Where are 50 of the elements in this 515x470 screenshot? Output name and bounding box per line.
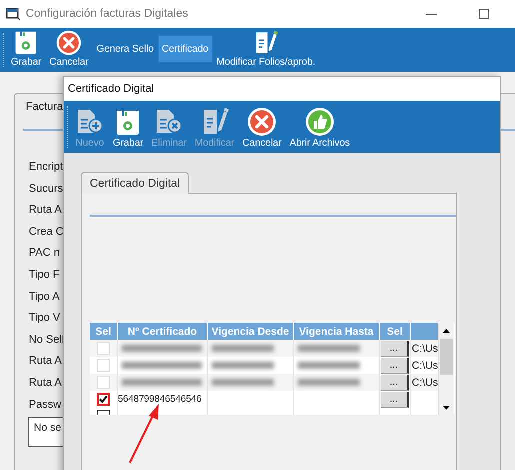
- scroll-up-icon[interactable]: [443, 328, 450, 332]
- field-label: Encript: [29, 160, 64, 175]
- table-cell: C:\Us: [412, 360, 438, 372]
- redacted-text: [298, 379, 360, 386]
- cancel-button[interactable]: Cancelar: [240, 101, 285, 153]
- field-label: Ruta A: [29, 376, 62, 391]
- annotation-arrow: [129, 404, 159, 464]
- browse-button[interactable]: ...: [381, 374, 409, 390]
- field-label: Tipo V: [29, 311, 60, 326]
- scrollbar-thumb[interactable]: [440, 339, 453, 375]
- field-label: Crea C: [29, 224, 64, 240]
- save-button[interactable]: Grabar: [110, 101, 147, 153]
- field-label: Passw: [29, 398, 62, 413]
- column-header: Sel: [90, 323, 118, 340]
- field-label: Tipo F: [29, 268, 60, 283]
- edit-button[interactable]: Modificar Folios/aprob.: [214, 28, 318, 72]
- thumb-button[interactable]: Abrir Archivos: [286, 101, 354, 153]
- redacted-text: [212, 345, 274, 352]
- field-label: Ruta A: [29, 354, 62, 370]
- column-header: Vigencia Desde: [208, 323, 294, 340]
- column-header: Sel: [380, 323, 411, 340]
- dialog-title: Certificado Digital: [68, 83, 154, 95]
- redacted-text: [298, 362, 360, 369]
- thumbs-up-icon: [304, 107, 335, 137]
- redacted-text: [212, 362, 274, 369]
- tab[interactable]: Certificado Digital: [81, 172, 190, 194]
- browse-button[interactable]: ...: [381, 340, 409, 356]
- save-button[interactable]: Grabar: [8, 28, 45, 72]
- field-label: Ruta A: [29, 203, 62, 218]
- column-header: Vigencia Hasta: [294, 323, 380, 340]
- browse-button[interactable]: ...: [381, 358, 409, 374]
- checkbox[interactable]: [97, 393, 110, 406]
- toolbar-button[interactable]: Genera Sello: [94, 36, 157, 62]
- cancel-icon: [247, 107, 278, 137]
- scroll-down-icon[interactable]: [443, 406, 450, 410]
- app-icon: [6, 8, 20, 20]
- redacted-text: [212, 379, 274, 386]
- table-cell: C:\Us: [412, 376, 438, 388]
- field-label: Tipo A: [29, 290, 60, 305]
- redacted-text: [298, 345, 360, 352]
- maximize-icon[interactable]: [479, 9, 489, 19]
- window-title: Configuración facturas Digitales: [26, 8, 190, 20]
- field-label: PAC n: [29, 246, 60, 262]
- column-header: Nº Certificado: [118, 323, 208, 340]
- field-label: Sucurs: [29, 182, 64, 197]
- table-cell: C:\Us: [412, 342, 438, 354]
- table-cell: 5648799846546546: [118, 394, 202, 405]
- toolbar-button[interactable]: Certificado: [158, 36, 212, 62]
- browse-button[interactable]: ...: [381, 392, 409, 408]
- cancel-button[interactable]: Cancelar: [46, 28, 92, 72]
